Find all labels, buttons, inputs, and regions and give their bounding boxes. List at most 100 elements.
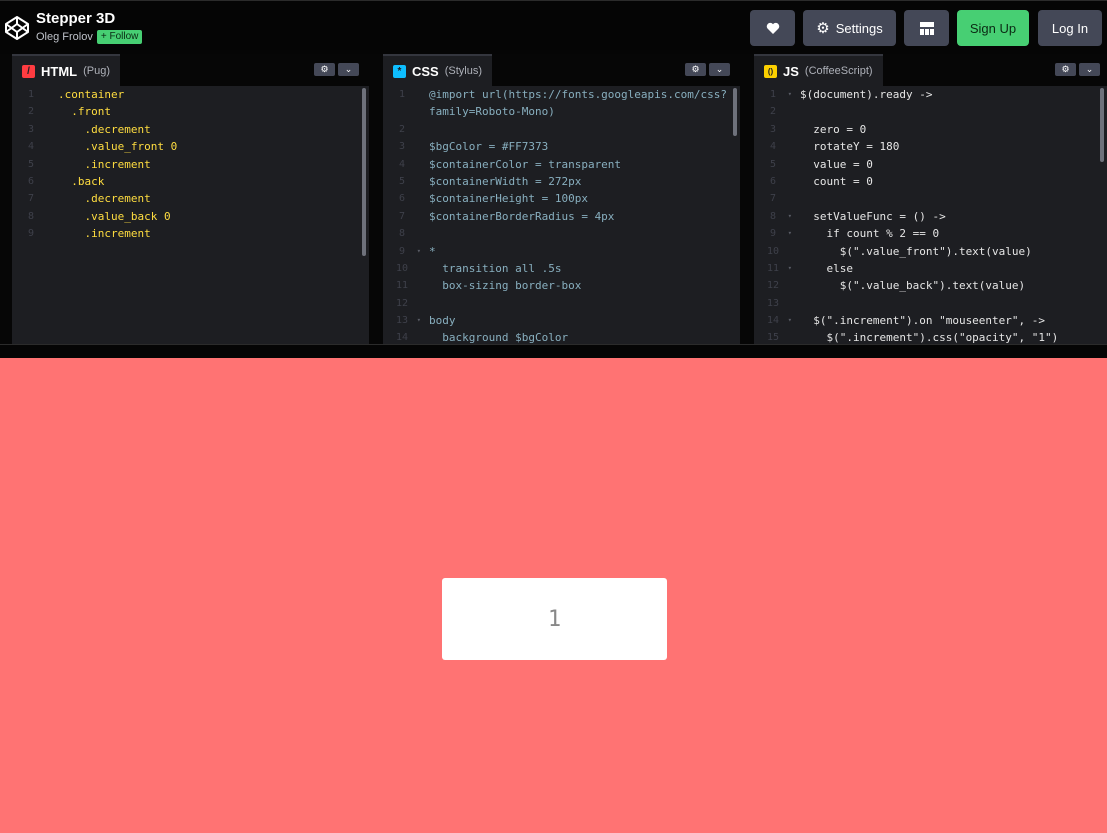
code-line[interactable]: 5 $containerWidth = 272px bbox=[383, 173, 740, 190]
tab-html[interactable]: / HTML (Pug) bbox=[12, 54, 121, 86]
settings-button[interactable]: ⚙ Settings bbox=[803, 10, 896, 46]
html-scrollbar[interactable] bbox=[362, 88, 366, 256]
code-line[interactable]: 8 .value_back 0 bbox=[12, 208, 369, 225]
code-line[interactable]: 12 $(".value_back").text(value) bbox=[754, 277, 1107, 294]
love-button[interactable] bbox=[750, 10, 795, 46]
sign-up-button[interactable]: Sign Up bbox=[957, 10, 1029, 46]
top-header: Stepper 3D Oleg Frolov + Follow ⚙ Settin… bbox=[0, 0, 1107, 54]
html-settings-button[interactable]: ⚙ bbox=[314, 63, 335, 76]
code-line[interactable]: 3 $bgColor = #FF7373 bbox=[383, 138, 740, 155]
line-number: 1 bbox=[398, 89, 406, 100]
code-line[interactable]: 12 bbox=[383, 295, 740, 312]
code-line[interactable]: 2 .front bbox=[12, 103, 369, 120]
code-text: count = 0 bbox=[800, 174, 873, 188]
code-line[interactable]: 2 bbox=[383, 121, 740, 138]
resize-divider[interactable] bbox=[0, 344, 1107, 358]
code-line[interactable]: 10 transition all .5s bbox=[383, 260, 740, 277]
tab-js[interactable]: () JS (CoffeeScript) bbox=[754, 54, 883, 86]
code-line[interactable]: 9 if count % 2 == 0 bbox=[754, 225, 1107, 243]
html-code[interactable]: 1 .container 2 .front 3 .decrement 4 .value_… bbox=[12, 86, 369, 344]
js-settings-button[interactable]: ⚙ bbox=[1055, 63, 1076, 76]
chevron-down-icon: ⌄ bbox=[1085, 64, 1094, 74]
code-text: setValueFunc = () -> bbox=[800, 209, 946, 223]
preview-pane: 1 bbox=[0, 358, 1107, 833]
code-text: $containerHeight = 100px bbox=[429, 192, 588, 206]
css-icon: * bbox=[393, 64, 406, 78]
code-text: .decrement bbox=[58, 122, 151, 136]
code-line[interactable]: 1 @import url(https://fonts.googleapis.co… bbox=[383, 86, 740, 103]
code-text: @import url(https://fonts.googleapis.com… bbox=[429, 88, 728, 101]
code-line[interactable]: 11 box-sizing border-box bbox=[383, 277, 740, 294]
line-number: 7 bbox=[398, 210, 406, 222]
code-line[interactable]: 6 .back bbox=[12, 173, 369, 190]
code-text: .back bbox=[58, 174, 105, 188]
html-collapse-button[interactable]: ⌄ bbox=[338, 63, 359, 76]
code-line[interactable]: 10 $(".value_front").text(value) bbox=[754, 243, 1107, 260]
code-line[interactable]: 14 background $bgColor bbox=[383, 329, 740, 344]
code-line[interactable]: 15 $(".increment").css("opacity", "1") bbox=[754, 329, 1107, 344]
tab-css[interactable]: * CSS (Stylus) bbox=[383, 54, 493, 86]
line-number: 3 bbox=[769, 123, 777, 135]
code-line[interactable]: 2 bbox=[754, 103, 1107, 120]
heart-icon bbox=[766, 22, 779, 34]
code-text: .increment bbox=[58, 157, 151, 171]
line-number: 8 bbox=[764, 208, 792, 226]
code-line[interactable]: 9* bbox=[383, 243, 740, 261]
code-line[interactable]: 13 bbox=[754, 295, 1107, 312]
code-line[interactable]: 7 bbox=[754, 190, 1107, 207]
code-text: .increment bbox=[58, 227, 151, 241]
code-line[interactable]: 1 $(document).ready -> bbox=[754, 86, 1107, 104]
code-line[interactable]: 5 value = 0 bbox=[754, 156, 1107, 173]
css-settings-button[interactable]: ⚙ bbox=[685, 63, 706, 76]
code-line[interactable]: 7 .decrement bbox=[12, 190, 369, 207]
js-code[interactable]: 1$(document).ready ->23 zero = 04 rotate… bbox=[754, 86, 1107, 344]
code-line[interactable]: 5 .increment bbox=[12, 156, 369, 173]
code-line[interactable]: 9 .increment bbox=[12, 225, 369, 242]
gear-icon: ⚙ bbox=[691, 64, 700, 74]
code-line[interactable]: 4 $containerColor = transparent bbox=[383, 156, 740, 173]
codepen-logo-icon[interactable] bbox=[4, 15, 30, 41]
code-line[interactable]: family=Roboto-Mono) bbox=[383, 103, 740, 120]
code-text: $(".value_back").text(value) bbox=[800, 279, 1026, 293]
chevron-down-icon: ⌄ bbox=[344, 64, 353, 74]
line-number: 4 bbox=[769, 141, 777, 153]
line-number: 4 bbox=[27, 141, 35, 153]
line-number: 2 bbox=[398, 123, 406, 135]
code-line[interactable]: 4 .value_front 0 bbox=[12, 138, 369, 155]
code-line[interactable]: 7 $containerBorderRadius = 4px bbox=[383, 208, 740, 225]
stepper-widget[interactable]: 1 bbox=[442, 578, 667, 660]
code-text: * bbox=[429, 244, 436, 258]
follow-button[interactable]: + Follow bbox=[96, 30, 143, 44]
line-number: 12 bbox=[395, 297, 409, 309]
code-line[interactable]: 8 setValueFunc = () -> bbox=[754, 208, 1107, 226]
js-editor-panel: () JS (CoffeeScript) ⚙ ⌄ 1 $(document).re… bbox=[754, 54, 1107, 344]
author-link[interactable]: Oleg Frolov bbox=[36, 31, 93, 43]
css-scrollbar[interactable] bbox=[733, 88, 737, 136]
js-collapse-button[interactable]: ⌄ bbox=[1079, 63, 1100, 76]
css-collapse-button[interactable]: ⌄ bbox=[709, 63, 730, 76]
code-line[interactable]: 6 $containerHeight = 100px bbox=[383, 190, 740, 207]
code-line[interactable]: 8 bbox=[383, 225, 740, 242]
code-text: $bgColor = #FF7373 bbox=[429, 140, 549, 154]
code-line[interactable]: 11 else bbox=[754, 260, 1107, 278]
change-view-button[interactable] bbox=[904, 10, 949, 46]
line-number: 9 bbox=[393, 243, 421, 261]
css-code[interactable]: 1 @import url(https://fonts.googleapis.co… bbox=[383, 86, 740, 344]
code-line[interactable]: 14 $(".increment").on "mouseenter", -> bbox=[754, 312, 1107, 330]
html-panel-header: / HTML (Pug) ⚙ ⌄ bbox=[12, 54, 369, 86]
code-line[interactable]: 13 body bbox=[383, 312, 740, 330]
code-line[interactable]: 4 rotateY = 180 bbox=[754, 138, 1107, 155]
line-number: 15 bbox=[766, 332, 780, 344]
code-line[interactable]: 3 .decrement bbox=[12, 121, 369, 138]
code-line[interactable]: 6 count = 0 bbox=[754, 173, 1107, 190]
code-line[interactable]: 1 .container bbox=[12, 86, 369, 103]
code-text: zero = 0 bbox=[800, 122, 867, 136]
code-text: box-sizing border-box bbox=[429, 279, 582, 293]
js-scrollbar[interactable] bbox=[1100, 88, 1104, 162]
html-icon: / bbox=[22, 64, 35, 78]
code-text: .value_back 0 bbox=[58, 209, 171, 223]
log-in-button[interactable]: Log In bbox=[1038, 10, 1102, 46]
line-number: 14 bbox=[395, 332, 409, 344]
code-line[interactable]: 3 zero = 0 bbox=[754, 121, 1107, 138]
line-number: 5 bbox=[398, 175, 406, 187]
